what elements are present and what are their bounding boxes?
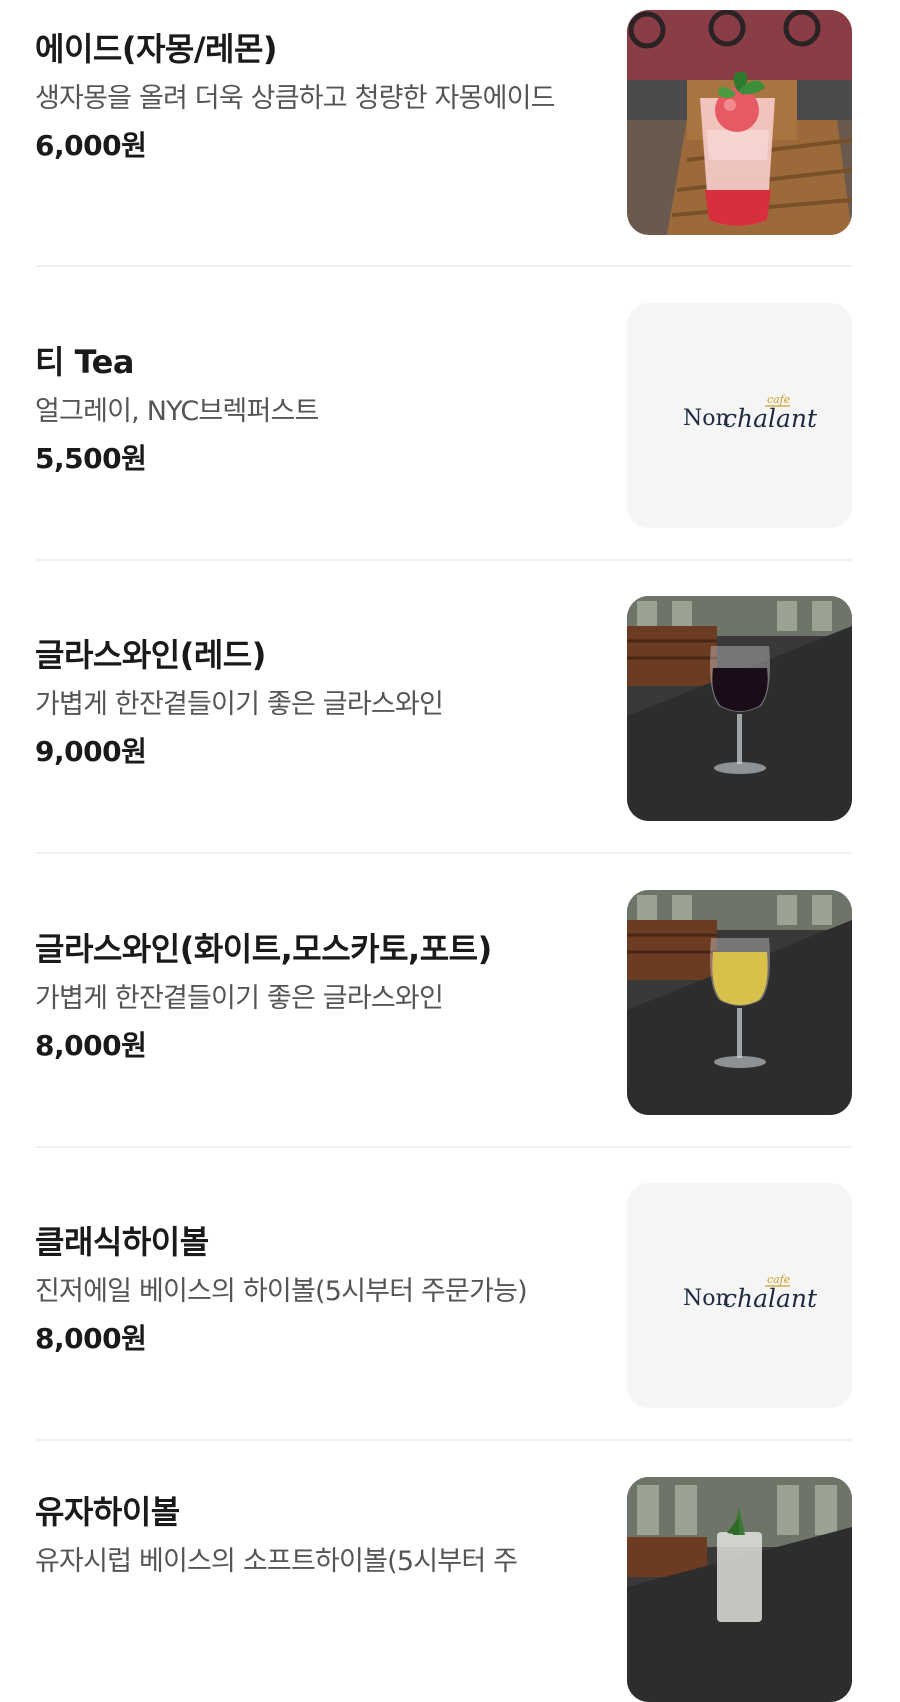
menu-item-price: 8,000원 <box>35 1029 147 1062</box>
menu-item-description: 가볍게 한잔곁들이기 좋은 글라스와인 <box>35 689 444 720</box>
logo-word2: chalant <box>723 1284 818 1313</box>
menu-item-description: 유자시럽 베이스의 소프트하이볼(5시부터 주 <box>35 1546 518 1577</box>
logo-tag: cafe <box>767 1273 791 1286</box>
menu-item-price: 5,500원 <box>35 442 147 475</box>
menu-item-description: 얼그레이, NYC브렉퍼스트 <box>35 396 319 427</box>
menu-item-description: 진저에일 베이스의 하이볼(5시부터 주문가능) <box>35 1276 528 1307</box>
menu-item[interactable]: 글라스와인(레드) 가볍게 한잔곁들이기 좋은 글라스와인 9,000원 <box>35 596 852 821</box>
menu-item-info: 클래식하이볼 진저에일 베이스의 하이볼(5시부터 주문가능) 8,000원 <box>35 1221 595 1359</box>
menu-item[interactable]: 티 Tea 얼그레이, NYC브렉퍼스트 5,500원 Non chalant … <box>35 303 852 528</box>
divider <box>35 559 852 561</box>
yuja-highball-photo-image <box>627 1477 852 1702</box>
menu-item-info: 티 Tea 얼그레이, NYC브렉퍼스트 5,500원 <box>35 341 595 479</box>
nonchalant-logo-image: Non chalant cafe <box>627 1183 852 1408</box>
menu-item[interactable]: 글라스와인(화이트,모스카토,포트) 가볍게 한잔곁들이기 좋은 글라스와인 8… <box>35 890 852 1115</box>
menu-item-info: 글라스와인(레드) 가볍게 한잔곁들이기 좋은 글라스와인 9,000원 <box>35 634 595 772</box>
menu-item[interactable]: 에이드(자몽/레몬) 생자몽을 올려 더욱 상큼하고 청량한 자몽에이드 6,0… <box>35 10 852 240</box>
grapefruit-ade-photo-image <box>627 10 852 235</box>
menu-item[interactable]: 유자하이볼 유자시럽 베이스의 소프트하이볼(5시부터 주 <box>35 1477 852 1702</box>
red-wine-photo[interactable] <box>627 596 852 821</box>
white-wine-photo-image <box>627 890 852 1115</box>
logo-tag: cafe <box>767 393 791 406</box>
menu-item-price: 8,000원 <box>35 1322 147 1355</box>
divider <box>35 1146 852 1148</box>
divider <box>35 852 852 854</box>
menu-item-description: 생자몽을 올려 더욱 상큼하고 청량한 자몽에이드 <box>35 83 556 114</box>
menu-item-name: 글라스와인(레드) <box>35 636 266 674</box>
menu-item-price: 6,000원 <box>35 129 147 162</box>
divider <box>35 1439 852 1441</box>
divider <box>35 265 852 267</box>
menu-item-price: 9,000원 <box>35 735 147 768</box>
menu-item-name: 클래식하이볼 <box>35 1223 209 1261</box>
menu-item-info: 에이드(자몽/레몬) 생자몽을 올려 더욱 상큼하고 청량한 자몽에이드 6,0… <box>35 28 595 166</box>
menu-item-name: 유자하이볼 <box>35 1493 180 1531</box>
nonchalant-logo[interactable]: Non chalant cafe <box>627 303 852 528</box>
menu-item[interactable]: 클래식하이볼 진저에일 베이스의 하이볼(5시부터 주문가능) 8,000원 N… <box>35 1183 852 1408</box>
logo-word2: chalant <box>723 404 818 433</box>
menu-item-name: 티 Tea <box>35 343 134 381</box>
nonchalant-logo[interactable]: Non chalant cafe <box>627 1183 852 1408</box>
white-wine-photo[interactable] <box>627 890 852 1115</box>
menu-item-info: 유자하이볼 유자시럽 베이스의 소프트하이볼(5시부터 주 <box>35 1491 595 1583</box>
yuja-highball-photo[interactable] <box>627 1477 852 1702</box>
menu-item-name: 에이드(자몽/레몬) <box>35 30 278 68</box>
menu-item-info: 글라스와인(화이트,모스카토,포트) 가볍게 한잔곁들이기 좋은 글라스와인 8… <box>35 928 595 1066</box>
red-wine-photo-image <box>627 596 852 821</box>
menu-item-description: 가볍게 한잔곁들이기 좋은 글라스와인 <box>35 983 444 1014</box>
menu-item-name: 글라스와인(화이트,모스카토,포트) <box>35 930 492 968</box>
grapefruit-ade-photo[interactable] <box>627 10 852 235</box>
nonchalant-logo-image: Non chalant cafe <box>627 303 852 528</box>
